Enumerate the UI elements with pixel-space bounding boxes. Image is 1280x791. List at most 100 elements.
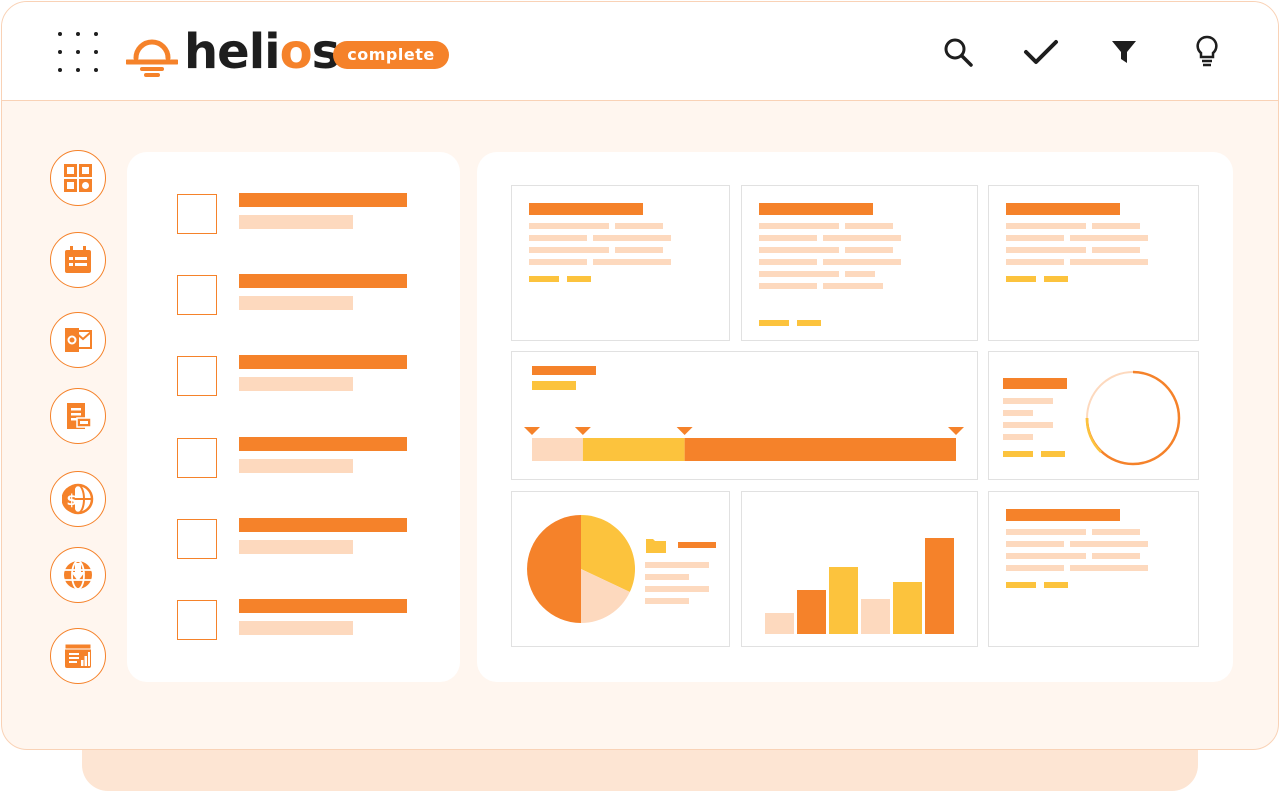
text-line-placeholder — [645, 586, 709, 592]
text-line-placeholder — [645, 598, 689, 604]
top-bar: helios complete — [2, 2, 1278, 101]
tag-placeholder — [567, 276, 591, 282]
task-subtitle-placeholder — [239, 296, 353, 310]
timeline-marker — [524, 427, 540, 435]
timeline-marker — [574, 427, 591, 435]
task-title-placeholder — [239, 437, 407, 451]
pie-slice — [527, 515, 581, 623]
report-chart-icon[interactable] — [50, 628, 106, 684]
text-line-placeholder — [1092, 223, 1140, 229]
card-title-placeholder — [759, 203, 873, 215]
task-list-item — [177, 274, 417, 316]
text-line-placeholder — [1092, 529, 1140, 535]
text-line-placeholder — [645, 562, 709, 568]
tag-placeholder — [1006, 276, 1036, 282]
task-list-item — [177, 355, 417, 397]
tag-placeholder — [797, 320, 821, 326]
text-line-placeholder — [1070, 259, 1148, 265]
tag-placeholder — [1041, 451, 1065, 457]
text-line-placeholder — [615, 223, 663, 229]
text-line-placeholder — [1070, 565, 1148, 571]
task-subtitle-placeholder — [239, 377, 353, 391]
folder-icon — [646, 539, 666, 553]
ids-document-icon[interactable] — [50, 388, 106, 444]
task-checkbox[interactable] — [177, 600, 217, 640]
text-line-placeholder — [1003, 410, 1033, 416]
text-line-placeholder — [1003, 422, 1053, 428]
text-line-placeholder — [645, 574, 689, 580]
text-line-placeholder — [1006, 247, 1086, 253]
search-icon[interactable] — [938, 32, 978, 72]
task-list-panel — [127, 152, 460, 682]
dollar-globe-icon[interactable]: $ — [50, 471, 106, 527]
bar — [893, 582, 922, 634]
text-line-placeholder — [823, 235, 901, 241]
task-title-placeholder — [239, 193, 407, 207]
bar-chart-card[interactable] — [741, 491, 978, 647]
task-checkbox[interactable] — [177, 194, 217, 234]
progress-ring-card[interactable] — [988, 351, 1199, 480]
filter-icon[interactable] — [1104, 32, 1144, 72]
text-line-placeholder — [823, 283, 883, 289]
text-line-placeholder — [1006, 529, 1086, 535]
check-icon[interactable] — [1021, 32, 1061, 72]
text-line-placeholder — [1092, 247, 1140, 253]
task-subtitle-placeholder — [239, 459, 353, 473]
progress-ring — [1085, 370, 1181, 466]
task-list-item — [177, 599, 417, 641]
task-checkbox[interactable] — [177, 356, 217, 396]
bar — [925, 538, 954, 634]
tag-placeholder — [1044, 582, 1068, 588]
text-line-placeholder — [1006, 541, 1064, 547]
task-subtitle-placeholder — [239, 215, 353, 229]
task-list-item — [177, 518, 417, 560]
pie-chart — [527, 515, 635, 623]
legend-title-placeholder — [678, 542, 716, 548]
text-line-placeholder — [1006, 553, 1086, 559]
app-illustration: helios complete $ — [0, 0, 1280, 791]
bar-chart — [765, 538, 954, 634]
text-line-placeholder — [1006, 259, 1064, 265]
bar — [797, 590, 826, 634]
calendar-list-icon[interactable] — [50, 232, 106, 288]
outlook-mail-icon[interactable] — [50, 312, 106, 368]
timeline-marker — [948, 427, 964, 435]
bar — [829, 567, 858, 634]
text-card[interactable] — [741, 185, 978, 341]
text-line-placeholder — [759, 223, 839, 229]
timeline-segment — [532, 438, 583, 461]
svg-text:$: $ — [67, 491, 77, 509]
tag-placeholder — [1044, 276, 1068, 282]
text-line-placeholder — [759, 283, 817, 289]
tag-placeholder — [1003, 451, 1033, 457]
text-card[interactable] — [988, 185, 1199, 341]
pie-chart-card[interactable] — [511, 491, 730, 647]
dashboard-grid-icon[interactable] — [50, 150, 106, 206]
text-card[interactable] — [511, 185, 730, 341]
app-launcher-icon[interactable] — [58, 32, 102, 76]
text-line-placeholder — [1092, 553, 1140, 559]
task-list-item — [177, 437, 417, 479]
task-checkbox[interactable] — [177, 519, 217, 559]
card-title-placeholder — [1006, 509, 1120, 521]
task-title-placeholder — [239, 274, 407, 288]
text-card[interactable] — [988, 491, 1199, 647]
app-window: helios complete $ — [1, 1, 1279, 750]
globe-download-icon[interactable] — [50, 547, 106, 603]
text-line-placeholder — [1006, 235, 1064, 241]
task-checkbox[interactable] — [177, 438, 217, 478]
text-line-placeholder — [759, 247, 839, 253]
timeline-card[interactable] — [511, 351, 978, 480]
edition-badge: complete — [333, 41, 449, 69]
text-line-placeholder — [529, 259, 587, 265]
text-line-placeholder — [823, 259, 901, 265]
task-title-placeholder — [239, 599, 407, 613]
text-line-placeholder — [759, 235, 817, 241]
helios-logo-icon — [126, 39, 178, 77]
text-line-placeholder — [529, 223, 609, 229]
text-line-placeholder — [845, 247, 893, 253]
tag-placeholder — [529, 276, 559, 282]
task-subtitle-placeholder — [239, 621, 353, 635]
task-checkbox[interactable] — [177, 275, 217, 315]
lightbulb-icon[interactable] — [1187, 32, 1227, 72]
